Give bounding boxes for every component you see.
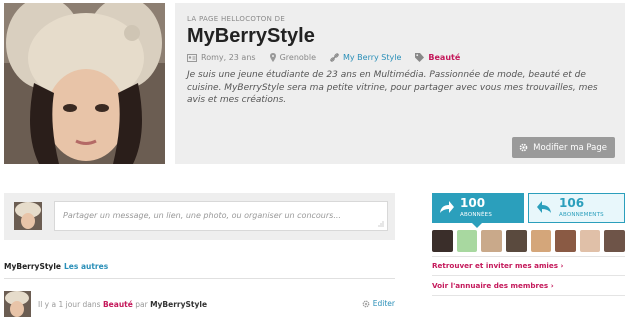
followers-stat-button[interactable]: 100 ABONNÉES	[432, 193, 524, 223]
post-author-link[interactable]: MyBerryStyle	[150, 300, 207, 309]
page-header: LA PAGE HELLOCOTON DE MyBerryStyle Romy,…	[175, 3, 625, 164]
owner-info: Romy, 23 ans	[187, 53, 256, 62]
header-kicker: LA PAGE HELLOCOTON DE	[187, 15, 286, 23]
followers-label: ABONNÉES	[460, 212, 493, 218]
sidebar-divider	[432, 295, 625, 296]
post-by: par	[135, 300, 148, 309]
follower-avatar[interactable]	[604, 230, 625, 252]
edit-page-label[interactable]: Modifier ma Page	[533, 143, 607, 153]
followers-avatar-strip	[432, 230, 625, 252]
active-stat-pointer	[472, 223, 482, 228]
sidebar-divider	[432, 275, 625, 276]
page-title: MyBerryStyle	[187, 25, 315, 47]
profile-photo-image	[4, 3, 165, 164]
id-card-icon	[187, 53, 197, 62]
subscriptions-label: ABONNEMENTS	[559, 212, 604, 218]
post-edit-label[interactable]: Editer	[373, 299, 395, 308]
follower-avatar[interactable]	[530, 230, 552, 252]
post-edit-button[interactable]: Editer	[362, 299, 395, 308]
follower-avatar[interactable]	[456, 230, 478, 252]
subscriptions-stat-button[interactable]: 106 ABONNEMENTS	[528, 193, 625, 223]
page-bio: Je suis une jeune étudiante de 23 ans en…	[187, 70, 598, 105]
tab-les-autres[interactable]: Les autres	[64, 262, 108, 271]
follower-avatar[interactable]	[579, 230, 601, 252]
follower-avatar[interactable]	[432, 230, 453, 252]
owner-text: Romy, 23 ans	[201, 53, 256, 62]
message-composer: Partager un message, un lien, une photo,…	[4, 193, 395, 240]
post-meta: Il y a 1 jour dans Beauté par MyBerrySty…	[38, 300, 207, 309]
sidebar-divider	[432, 256, 625, 257]
edit-page-button[interactable]: Modifier ma Page	[512, 137, 615, 158]
category-tag[interactable]: Beauté	[415, 53, 460, 62]
feed-tabs: MyBerryStyle Les autres	[4, 261, 395, 279]
post-author-avatar-image	[4, 291, 31, 317]
feed-post: Il y a 1 jour dans Beauté par MyBerrySty…	[4, 291, 395, 317]
user-avatar-image	[14, 202, 42, 230]
post-category-link[interactable]: Beauté	[103, 300, 133, 309]
gear-icon	[519, 143, 528, 152]
follower-avatar[interactable]	[505, 230, 527, 252]
post-time: Il y a 1 jour dans	[38, 300, 101, 309]
profile-photo	[4, 3, 165, 164]
resize-grip-icon[interactable]	[378, 221, 384, 227]
location-pin-icon	[269, 53, 276, 62]
share-message-placeholder: Partager un message, un lien, une photo,…	[63, 211, 341, 220]
category-text[interactable]: Beauté	[428, 53, 460, 62]
blog-link[interactable]: My Berry Style	[330, 53, 401, 62]
member-directory-link[interactable]: Voir l'annuaire des membres ›	[432, 281, 554, 290]
invite-friends-link[interactable]: Retrouver et inviter mes amies ›	[432, 261, 564, 270]
subscriptions-count: 106	[559, 196, 585, 210]
header-meta: Romy, 23 ans Grenoble My Berry Style Bea…	[187, 53, 474, 62]
follower-avatar[interactable]	[481, 230, 502, 252]
avatar	[4, 291, 31, 317]
location-text: Grenoble	[279, 53, 316, 62]
link-icon	[330, 53, 339, 62]
reply-arrow-icon	[537, 201, 551, 213]
tab-myberrystyle[interactable]: MyBerryStyle	[4, 262, 61, 271]
avatar	[14, 202, 42, 230]
tag-icon	[415, 53, 425, 62]
followers-count: 100	[460, 196, 486, 210]
location-info: Grenoble	[269, 53, 316, 62]
follower-avatar[interactable]	[555, 230, 576, 252]
share-arrow-icon	[440, 201, 454, 213]
share-message-input[interactable]: Partager un message, un lien, une photo,…	[54, 201, 388, 231]
gear-icon	[362, 300, 370, 307]
blog-link-text[interactable]: My Berry Style	[343, 53, 401, 62]
